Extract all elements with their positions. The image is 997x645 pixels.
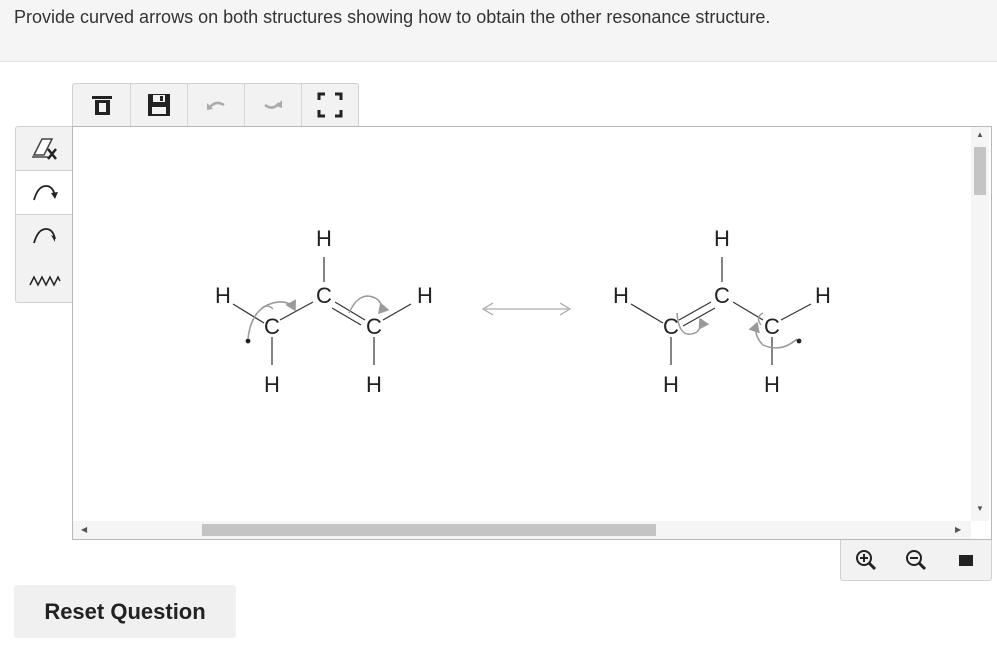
zoom-out-icon (906, 550, 927, 571)
vertical-scrollbar[interactable]: ▲ ▼ (971, 127, 989, 521)
eraser-tool[interactable] (16, 127, 73, 170)
bond-cleave-tool[interactable] (16, 258, 73, 301)
question-text: Provide curved arrows on both structures… (14, 7, 771, 27)
molecule-drawing[interactable]: H C H C C H H H H C H C C H H H (73, 127, 971, 521)
fullscreen-icon (317, 92, 342, 118)
editor-toolbar (72, 83, 359, 126)
atom-c[interactable]: C (316, 283, 332, 308)
reset-question-button[interactable]: Reset Question (14, 585, 236, 638)
save-icon (147, 94, 170, 116)
drawing-canvas[interactable]: H C H C C H H H H C H C C H H H ▲ ▼ ◀ ▶ (72, 126, 992, 540)
atom-c[interactable]: C (264, 314, 280, 339)
fit-icon (959, 555, 973, 566)
clear-button[interactable] (73, 84, 130, 126)
electron-pair-arrow-icon (32, 184, 58, 200)
undo-button[interactable] (187, 84, 244, 126)
radical-dot (796, 338, 802, 344)
scroll-up-arrow-icon[interactable]: ▲ (976, 131, 984, 139)
zoom-controls (840, 540, 992, 581)
atom-h[interactable]: H (366, 372, 382, 397)
zoom-in-button[interactable] (841, 540, 891, 580)
atom-h[interactable]: H (613, 283, 629, 308)
structure-1: H C H C C H H H (215, 226, 433, 397)
undo-icon (206, 101, 225, 110)
redo-icon (263, 100, 282, 109)
zoom-out-button[interactable] (891, 540, 941, 580)
scroll-down-arrow-icon[interactable]: ▼ (976, 505, 984, 513)
curved-arrow[interactable] (348, 295, 390, 315)
radical-dot (245, 338, 251, 344)
atom-h[interactable]: H (417, 283, 433, 308)
atom-h[interactable]: H (663, 372, 679, 397)
atom-h[interactable]: H (764, 372, 780, 397)
fit-button[interactable] (941, 540, 991, 580)
atom-h[interactable]: H (316, 226, 332, 251)
electron-pair-arrow-tool[interactable] (16, 170, 73, 215)
arrow-tool-palette (15, 126, 73, 303)
scroll-right-arrow-icon[interactable]: ▶ (955, 526, 961, 534)
atom-h[interactable]: H (815, 283, 831, 308)
atom-h[interactable]: H (264, 372, 280, 397)
resonance-arrow (481, 302, 572, 316)
bond-cleave-icon (28, 274, 61, 287)
atom-c[interactable]: C (366, 314, 382, 339)
atom-c[interactable]: C (663, 314, 679, 339)
clear-icon (91, 96, 112, 115)
atom-h[interactable]: H (714, 226, 730, 251)
single-electron-arrow-icon (32, 227, 56, 243)
zoom-in-icon (856, 550, 877, 571)
curved-arrow[interactable] (676, 312, 710, 335)
save-button[interactable] (130, 84, 187, 126)
scroll-left-arrow-icon[interactable]: ◀ (81, 526, 87, 534)
fullscreen-button[interactable] (301, 84, 358, 126)
horizontal-scrollbar[interactable]: ◀ ▶ (73, 521, 971, 539)
single-electron-arrow-tool[interactable] (16, 214, 73, 257)
vertical-scroll-thumb[interactable] (974, 147, 986, 195)
redo-button[interactable] (244, 84, 301, 126)
question-prompt: Provide curved arrows on both structures… (0, 0, 997, 62)
atom-c[interactable]: C (764, 314, 780, 339)
atom-c[interactable]: C (714, 283, 730, 308)
atom-h[interactable]: H (215, 283, 231, 308)
horizontal-scroll-thumb[interactable] (202, 524, 656, 536)
eraser-icon (31, 137, 57, 160)
structure-2: H C H C C H H H (613, 226, 831, 397)
